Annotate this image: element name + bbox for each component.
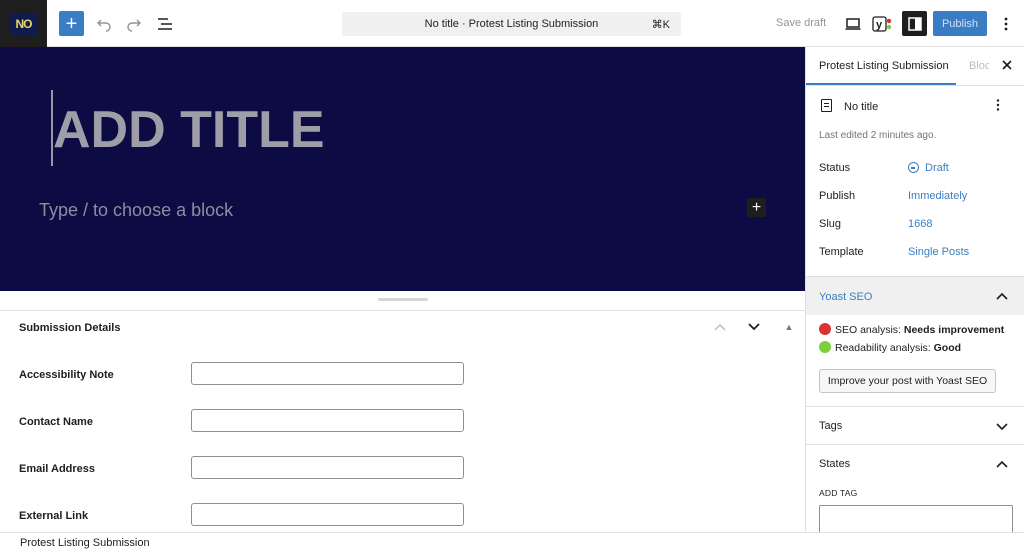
tab-block[interactable]: Block bbox=[969, 60, 989, 72]
states-panel-toggle[interactable]: States bbox=[819, 458, 850, 470]
options-menu-button[interactable] bbox=[993, 11, 1019, 37]
settings-sidebar-toggle[interactable] bbox=[902, 11, 927, 36]
block-breadcrumb-bar: Protest Listing Submission bbox=[0, 532, 1024, 552]
more-vertical-icon bbox=[996, 99, 1000, 111]
chevron-up-icon bbox=[714, 323, 726, 331]
metabox-collapse-toggle[interactable]: ▲ bbox=[781, 319, 797, 335]
seo-analysis-result: Needs improvement bbox=[903, 324, 1005, 336]
field-label-email-address: Email Address bbox=[19, 463, 96, 475]
shortcut-hint: ⌘K bbox=[651, 19, 670, 31]
svg-text:y: y bbox=[876, 19, 883, 31]
undo-button[interactable] bbox=[91, 11, 117, 37]
yoast-panel-title: Yoast SEO bbox=[819, 291, 873, 303]
template-label: Template bbox=[819, 246, 864, 258]
chevron-up-icon bbox=[996, 292, 1008, 300]
list-view-icon bbox=[158, 18, 172, 30]
site-logo: NO bbox=[9, 12, 38, 35]
desktop-preview-icon bbox=[845, 18, 861, 30]
inline-block-inserter[interactable]: + bbox=[747, 198, 766, 217]
chevron-down-icon bbox=[748, 323, 760, 331]
command-palette-bar[interactable]: No title · Protest Listing Submission ⌘K bbox=[342, 12, 681, 36]
contact-name-input[interactable] bbox=[191, 409, 464, 432]
plus-icon: + bbox=[65, 12, 78, 35]
slug-button[interactable]: 1668 bbox=[908, 218, 932, 230]
field-label-external-link: External Link bbox=[19, 510, 89, 522]
add-tag-label: ADD TAG bbox=[819, 488, 858, 498]
divider bbox=[806, 406, 1024, 407]
tab-post[interactable]: Protest Listing Submission bbox=[819, 60, 949, 72]
post-card-title: No title bbox=[844, 101, 879, 113]
field-label-accessibility-note: Accessibility Note bbox=[19, 369, 114, 381]
yoast-icon: y bbox=[872, 16, 892, 32]
tags-panel-toggle[interactable]: Tags bbox=[819, 420, 842, 432]
readability-result: Good bbox=[933, 342, 962, 354]
editor-app: NO + No title · Protest Listing Submissi… bbox=[0, 0, 1024, 552]
accessibility-note-input[interactable] bbox=[191, 362, 464, 385]
block-inserter-toggle[interactable]: + bbox=[59, 11, 84, 36]
yoast-panel-header[interactable]: Yoast SEO bbox=[806, 277, 1024, 315]
more-vertical-icon bbox=[1004, 17, 1008, 31]
chevron-up-icon[interactable] bbox=[996, 460, 1008, 468]
document-overview-button[interactable] bbox=[152, 11, 178, 37]
status-label: Status bbox=[819, 162, 851, 174]
status-value-button[interactable]: Draft bbox=[908, 162, 949, 174]
sidebar-icon bbox=[907, 16, 922, 31]
active-tab-indicator bbox=[806, 83, 956, 85]
default-block-appender[interactable]: Type / to choose a block bbox=[39, 200, 233, 221]
readability-row: Readability analysis: Good bbox=[819, 341, 961, 354]
seo-analysis-row: SEO analysis: Needs improvement bbox=[819, 323, 1004, 336]
undo-icon bbox=[97, 19, 111, 32]
improve-with-yoast-button[interactable]: Improve your post with Yoast SEO bbox=[819, 369, 996, 393]
close-icon bbox=[1002, 60, 1012, 70]
site-logo-button[interactable]: NO bbox=[0, 0, 47, 47]
seo-analysis-label: SEO analysis: bbox=[835, 324, 904, 336]
add-tag-input[interactable] bbox=[819, 505, 1013, 532]
document-title: No title · Protest Listing Submission bbox=[424, 18, 599, 30]
editor-canvas[interactable] bbox=[0, 47, 805, 291]
chevron-down-icon[interactable] bbox=[996, 423, 1008, 431]
slug-label: Slug bbox=[819, 218, 842, 230]
settings-sidebar: Protest Listing Submission Block No titl… bbox=[805, 47, 1024, 532]
external-link-input[interactable] bbox=[191, 503, 464, 526]
breadcrumb-item[interactable]: Protest Listing Submission bbox=[20, 537, 150, 549]
status-value: Draft bbox=[925, 162, 949, 174]
page-icon bbox=[821, 99, 832, 112]
yoast-toolbar-button[interactable]: y bbox=[870, 11, 896, 37]
save-draft-button[interactable]: Save draft bbox=[776, 17, 826, 29]
template-button[interactable]: Single Posts bbox=[908, 246, 969, 258]
email-address-input[interactable] bbox=[191, 456, 464, 479]
divider bbox=[0, 310, 805, 311]
publish-label: Publish bbox=[819, 190, 856, 202]
post-title-input[interactable]: ADD TITLE bbox=[53, 100, 325, 160]
metabox-title: Submission Details bbox=[19, 322, 121, 334]
close-sidebar-button[interactable] bbox=[999, 57, 1015, 73]
move-up-button[interactable] bbox=[712, 319, 728, 335]
plus-icon: + bbox=[751, 198, 762, 216]
metabox-resize-handle[interactable] bbox=[378, 298, 428, 301]
publish-button[interactable]: Publish bbox=[933, 11, 987, 36]
divider bbox=[806, 444, 1024, 445]
top-toolbar: NO + No title · Protest Listing Submissi… bbox=[0, 0, 1024, 47]
readability-label: Readability analysis: bbox=[835, 342, 934, 354]
publish-date-button[interactable]: Immediately bbox=[908, 190, 967, 202]
last-edited-text: Last edited 2 minutes ago. bbox=[819, 130, 937, 141]
sidebar-tabs: Protest Listing Submission Block bbox=[806, 47, 1024, 86]
sad-face-icon bbox=[819, 323, 831, 335]
redo-icon bbox=[127, 19, 141, 32]
move-down-button[interactable] bbox=[746, 319, 762, 335]
happy-face-icon bbox=[819, 341, 831, 353]
draft-status-icon bbox=[908, 162, 919, 173]
field-label-contact-name: Contact Name bbox=[19, 416, 93, 428]
triangle-up-icon: ▲ bbox=[784, 322, 794, 332]
redo-button[interactable] bbox=[121, 11, 147, 37]
post-actions-button[interactable] bbox=[996, 98, 1000, 114]
preview-button[interactable] bbox=[840, 11, 866, 37]
